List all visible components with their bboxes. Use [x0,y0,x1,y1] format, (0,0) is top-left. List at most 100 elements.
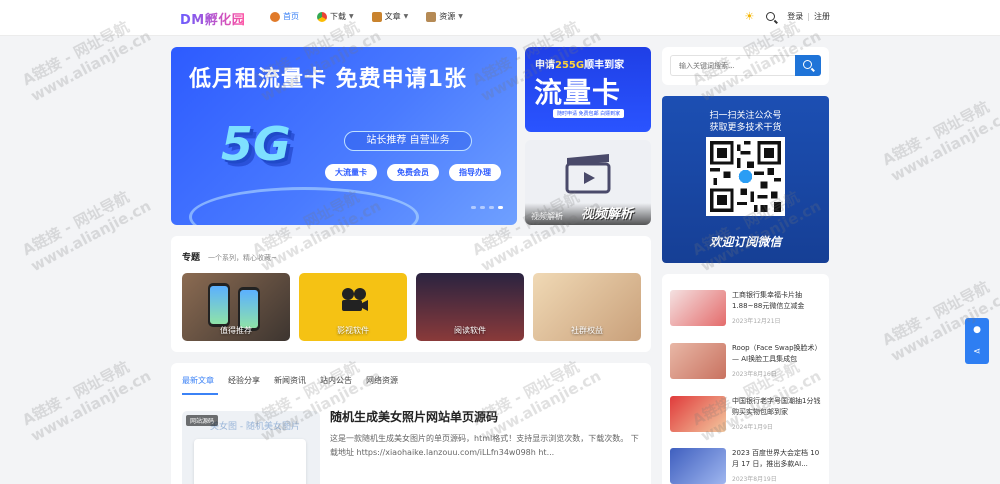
qr-code-image [710,141,781,212]
site-logo[interactable]: DM孵化园 [180,9,245,28]
tab-news[interactable]: 新闻资讯 [274,375,306,386]
post-tabs: 最新文章 经验分享 新闻资讯 站内公告 网络资源 [182,375,398,386]
ad-subtitle-highlight: 255G [555,60,585,71]
hero-pill: 站长推荐 自营业务 [344,131,472,151]
topics-subtitle: 一个系列，精心收藏~ [208,254,277,262]
news-item[interactable]: 2023 百度世界大会定档 10 月 17 日，推出多款AI... 2023年8… [670,448,825,484]
active-tab-indicator [182,393,218,395]
film-camera-icon [342,288,368,311]
ad-subtitle-prefix: 申请 [535,60,555,71]
hero-button[interactable]: 大流量卡 [325,164,377,181]
topic-card-label: 阅读软件 [454,326,486,335]
carousel-dot-active[interactable] [498,206,503,209]
browser-icon [317,11,327,22]
topic-card-label: 值得推荐 [220,326,252,335]
wechat-line2: 获取更多技术干货 [709,123,782,133]
topic-card-video[interactable]: 影视软件 [299,273,407,341]
login-link[interactable]: 登录 [787,11,803,22]
topic-card-recommend[interactable]: 值得推荐 [182,273,290,341]
watermark: A链接 - 网址导航 www.alianjie.cn [19,187,154,276]
floating-share-bar: ● ⋖ [965,318,989,364]
qr-code [706,137,785,216]
wechat-bottom-text: 欢迎订阅微信 [709,235,782,249]
hero-buttons: 大流量卡 免费会员 指导办理 [325,164,501,181]
post-title[interactable]: 随机生成美女照片网站单页源码 [330,408,498,425]
sidebar-search [662,47,829,85]
home-icon [270,11,280,22]
wechat-icon[interactable]: ● [971,325,983,335]
nav-label: 资源 [439,12,456,21]
hero-title: 低月租流量卡 免费申请1张 [189,67,467,92]
carousel-dot[interactable] [489,206,494,209]
news-title[interactable]: 工商银行集幸福卡片抽1.88~88元微信立减金 [732,290,824,312]
news-title[interactable]: 2023 百度世界大会定档 10 月 17 日，推出多款AI... [732,448,824,470]
news-date: 2023年8月16日 [732,371,777,378]
news-title[interactable]: Roop（Face Swap换脸术）— AI换脸工具集成包 [732,343,824,365]
carousel-dots [471,206,503,209]
ad-subtitle-suffix: 顺丰到家 [584,60,625,71]
ad-main-text: 流量卡 [534,76,622,109]
topics-section: 专题 一个系列，精心收藏~ 值得推荐 影视软件 阅读软件 社群权益 [171,236,651,352]
nav-item-articles[interactable]: 文章 ▼ [371,11,409,22]
topic-card-label: 社群权益 [571,326,603,335]
hero-5g-graphic: 5G [221,117,291,171]
thumbnail-card [194,439,306,484]
nav-label: 首页 [283,12,299,21]
news-item[interactable]: 中国银行老字号国潮抽1分钱购买实物包邮到家 2024年1月9日 [670,396,825,442]
search-icon [803,60,812,69]
ad-foot-text: 随时申请 免费包邮 白嫖到家 [553,109,625,118]
search-icon[interactable] [766,12,776,21]
news-thumbnail [670,396,726,432]
box-icon [426,11,437,22]
post-thumbnail[interactable]: 美女图 - 随机美女图片 网站源码 [182,411,320,484]
topics-title: 专题 [182,253,201,263]
news-title[interactable]: 中国银行老字号国潮抽1分钱购买实物包邮到家 [732,396,824,418]
news-date: 2023年12月21日 [732,318,781,325]
news-date: 2024年1月9日 [732,424,773,431]
ad-subtitle: 申请255G顺丰到家 [535,56,624,71]
topic-card-community[interactable]: 社群权益 [533,273,641,341]
tab-resources[interactable]: 网络资源 [366,375,398,386]
chevron-down-icon: ▼ [403,13,409,20]
register-link[interactable]: 注册 [814,11,830,22]
news-item[interactable]: 工商银行集幸福卡片抽1.88~88元微信立减金 2023年12月21日 [670,290,825,336]
sidebar-news-list: 工商银行集幸福卡片抽1.88~88元微信立减金 2023年12月21日 Roop… [662,274,829,484]
share-icon[interactable]: ⋖ [971,347,983,357]
megaphone-icon [371,11,382,22]
post-category-tag[interactable]: 网站源码 [186,415,219,426]
video-parse-ad[interactable]: 视频解析 视频解析 [525,140,651,225]
thumbnail-title: 美女图 - 随机美女图片 [210,422,300,432]
nav-label: 下载 [330,12,346,21]
clapperboard-icon [565,154,611,194]
phone-image [208,283,230,327]
main-nav: 首页 下载 ▼ 文章 ▼ 资源 ▼ [270,11,463,22]
ad-big-text: 视频解析 [581,207,634,222]
hero-banner[interactable]: 低月租流量卡 免费申请1张 5G 站长推荐 自营业务 大流量卡 免费会员 指导办… [171,47,517,225]
auth-divider: | [807,12,810,21]
top-navbar: DM孵化园 首页 下载 ▼ 文章 ▼ 资源 ▼ ☀ 登录 | 注册 [0,0,1000,36]
chevron-down-icon: ▼ [458,13,463,20]
tab-experience[interactable]: 经验分享 [228,375,260,386]
tab-latest[interactable]: 最新文章 [182,375,214,386]
search-button[interactable] [795,55,821,76]
theme-toggle-sun-icon[interactable]: ☀ [744,11,754,22]
chevron-down-icon: ▼ [349,13,354,20]
topic-card-reading[interactable]: 阅读软件 [416,273,524,341]
wechat-follow-card: 扫一扫关注公众号 获取更多技术干货 欢迎订阅微信 [662,96,829,263]
hero-button[interactable]: 免费会员 [387,164,439,181]
hero-button[interactable]: 指导办理 [449,164,501,181]
search-input[interactable] [670,55,795,76]
carousel-dot[interactable] [471,206,476,209]
watermark: A链接 - 网址导航 www.alianjie.cn [879,97,1000,186]
nav-item-resources[interactable]: 资源 ▼ [426,11,463,22]
news-date: 2023年8月19日 [732,476,777,483]
tab-announcements[interactable]: 站内公告 [320,375,352,386]
flow-card-ad[interactable]: 申请255G顺丰到家 流量卡 随时申请 免费包邮 白嫖到家 [525,47,651,132]
topic-card-label: 影视软件 [337,326,369,335]
news-thumbnail [670,290,726,326]
carousel-dot[interactable] [480,206,485,209]
news-item[interactable]: Roop（Face Swap换脸术）— AI换脸工具集成包 2023年8月16日 [670,343,825,389]
header-tools: ☀ 登录 | 注册 [744,11,830,22]
nav-item-home[interactable]: 首页 [270,11,299,22]
nav-item-download[interactable]: 下载 ▼ [317,11,354,22]
